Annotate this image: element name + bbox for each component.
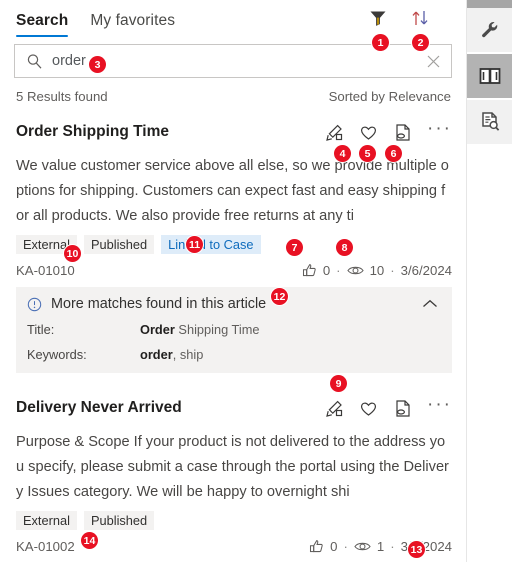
result-card-header: Order Shipping Time ···	[16, 119, 452, 145]
stat-separator: ·	[390, 263, 395, 278]
stat-separator: ·	[390, 539, 395, 554]
result-snippet: We value customer service above all else…	[16, 158, 449, 224]
match-highlight: order	[140, 347, 173, 362]
results-count: 5 Results found	[16, 89, 108, 104]
views-count: 10	[369, 263, 385, 278]
rail-top-strip	[467, 0, 512, 8]
right-rail	[466, 0, 512, 562]
more-match-row: Keywords: order, ship	[27, 347, 439, 362]
result-card-header: Delivery Never Arrived ···	[16, 395, 452, 421]
modified-date: 3/6/2024	[400, 263, 452, 278]
more-options-icon[interactable]: ···	[427, 119, 452, 141]
result-actions: ···	[325, 395, 452, 418]
unlink-from-case-icon[interactable]	[325, 123, 344, 142]
annotation-badge-7: 7	[286, 239, 303, 256]
views-eye-icon	[346, 266, 364, 275]
more-match-row: Title: Order Shipping Time	[27, 322, 439, 337]
annotation-badge-2: 2	[412, 34, 429, 51]
views-count: 1	[376, 539, 385, 554]
result-footer: KA-01010 0 · 10 · 3/6/2024	[16, 263, 452, 278]
favorite-heart-icon[interactable]	[359, 399, 378, 418]
tab-my-favorites[interactable]: My favorites	[90, 12, 175, 37]
rail-item-wrench[interactable]	[467, 8, 512, 52]
more-match-label: Keywords:	[27, 347, 87, 362]
rail-item-document-search[interactable]	[467, 100, 512, 144]
wrench-icon	[481, 22, 497, 38]
result-title[interactable]: Delivery Never Arrived	[16, 399, 182, 417]
likes-count: 0	[322, 263, 331, 278]
stat-separator: ·	[343, 539, 348, 554]
annotation-badge-1: 1	[372, 34, 389, 51]
tag-published: Published	[83, 511, 155, 530]
result-actions: ···	[325, 119, 452, 142]
document-search-icon	[481, 112, 499, 131]
tag-external: External	[16, 511, 77, 530]
copy-link-icon[interactable]	[393, 123, 412, 142]
sort-label[interactable]: Sorted by Relevance	[329, 89, 451, 104]
annotation-badge-14: 14	[81, 532, 98, 549]
knowledge-search-panel: Search My favorites order 5 Results foun…	[0, 0, 512, 562]
close-icon[interactable]	[418, 52, 443, 71]
search-bar-wrapper	[0, 38, 466, 78]
annotation-badge-11: 11	[186, 236, 203, 253]
match-rest: , ship	[172, 347, 204, 362]
annotation-badge-4: 4	[334, 145, 351, 162]
thumbs-up-icon	[302, 264, 316, 277]
result-stats: 0 · 10 · 3/6/2024	[302, 263, 452, 278]
annotation-badge-10: 10	[64, 245, 81, 262]
result-tags: External Published Linked to Case	[16, 235, 452, 254]
info-circle-icon	[27, 297, 42, 312]
annotation-badge-9: 9	[330, 375, 347, 392]
more-matches-panel[interactable]: More matches found in this article Title…	[16, 287, 452, 373]
more-options-icon[interactable]: ···	[427, 395, 452, 417]
main-content: Search My favorites order 5 Results foun…	[0, 0, 466, 562]
stat-separator: ·	[336, 263, 341, 278]
search-icon	[26, 53, 43, 70]
annotation-badge-6: 6	[385, 145, 402, 162]
more-match-label: Title:	[27, 322, 55, 337]
article-id: KA-01010	[16, 263, 75, 278]
more-match-value: order, ship	[140, 347, 203, 362]
tag-published: Published	[83, 235, 155, 254]
annotation-badge-13: 13	[408, 541, 425, 558]
result-tags: External Published	[16, 511, 452, 530]
result-snippet: Purpose & Scope If your product is not d…	[16, 434, 449, 500]
annotation-badge-3: 3	[89, 56, 106, 73]
book-knowledge-icon	[479, 68, 500, 84]
annotation-badge-5: 5	[359, 145, 376, 162]
article-id: KA-01002	[16, 539, 75, 554]
tab-search[interactable]: Search	[16, 12, 69, 37]
result-stats: 0 · 1 · 3/6/2024	[309, 539, 452, 554]
views-eye-icon	[354, 542, 371, 551]
result-card[interactable]: Delivery Never Arrived ··· Purpose & Sco…	[0, 395, 466, 554]
top-toolbar	[368, 8, 430, 28]
result-title[interactable]: Order Shipping Time	[16, 123, 169, 141]
sort-ascending-descending-icon[interactable]	[410, 8, 430, 28]
more-matches-title: More matches found in this article	[51, 296, 267, 312]
more-match-value: Order Shipping Time	[140, 322, 260, 337]
annotation-badge-12: 12	[271, 288, 288, 305]
thumbs-up-icon	[310, 540, 323, 553]
tag-linked-to-case: Linked to Case	[161, 235, 261, 254]
likes-count: 0	[330, 539, 338, 554]
annotation-badge-8: 8	[336, 239, 353, 256]
filter-icon[interactable]	[368, 8, 388, 28]
match-rest: Shipping Time	[174, 322, 260, 337]
search-input[interactable]	[52, 53, 418, 69]
match-highlight: Order	[140, 322, 175, 337]
search-box[interactable]	[14, 44, 452, 78]
favorite-heart-icon[interactable]	[359, 123, 378, 142]
copy-link-icon[interactable]	[393, 399, 412, 418]
rail-item-knowledge[interactable]	[467, 54, 512, 98]
chevron-up-icon[interactable]	[421, 298, 439, 310]
unlink-from-case-icon[interactable]	[325, 399, 344, 418]
results-meta-row: 5 Results found Sorted by Relevance	[0, 78, 466, 114]
more-matches-header[interactable]: More matches found in this article	[27, 296, 439, 312]
